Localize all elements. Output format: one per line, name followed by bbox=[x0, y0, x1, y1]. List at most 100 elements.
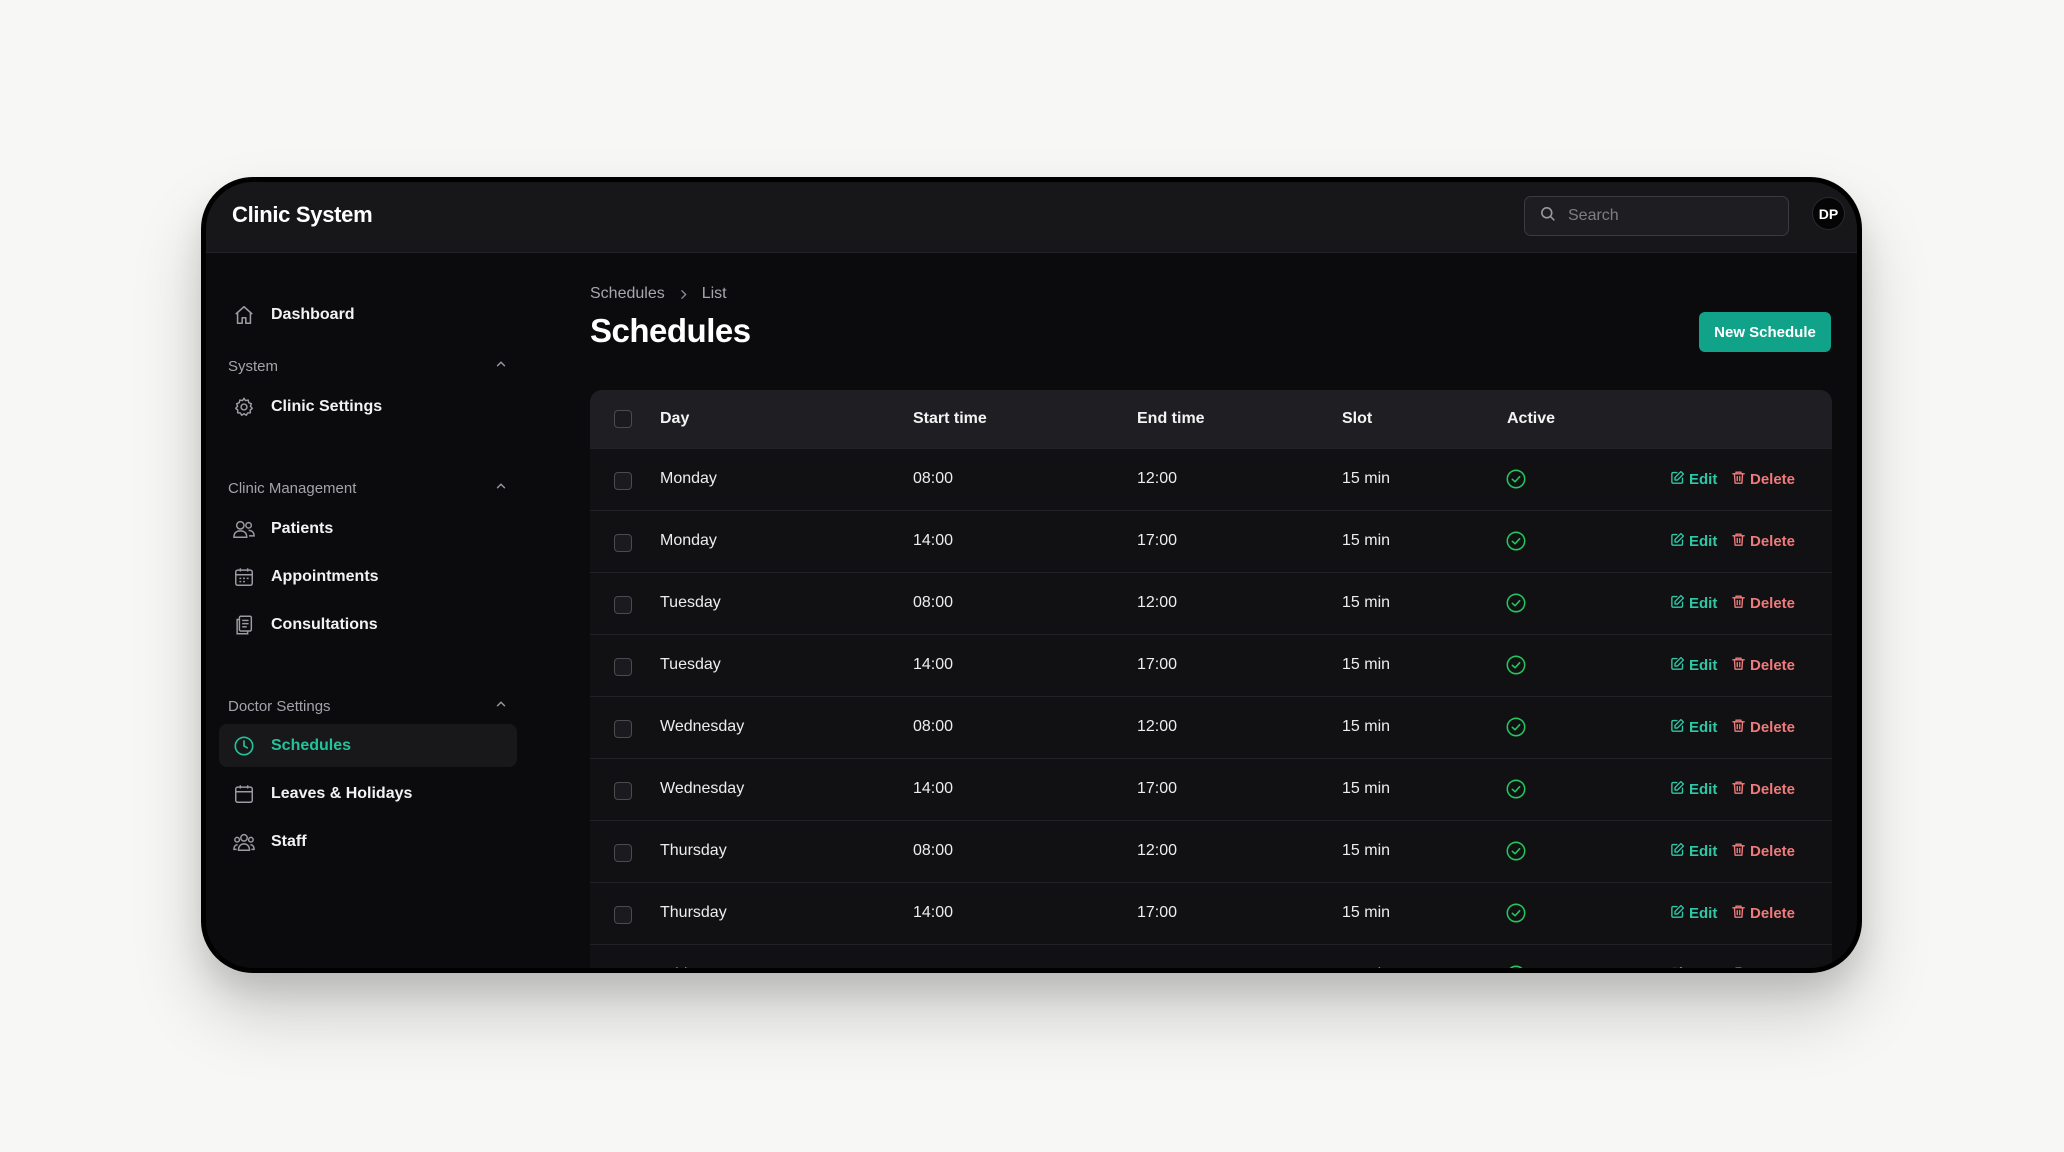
cell-start-time: 14:00 bbox=[913, 532, 954, 549]
new-schedule-button[interactable]: New Schedule bbox=[1699, 312, 1831, 352]
chevron-up-icon bbox=[494, 357, 508, 375]
row-checkbox[interactable] bbox=[614, 534, 632, 552]
chevron-up-icon bbox=[494, 697, 508, 715]
delete-button[interactable]: Delete bbox=[1731, 532, 1795, 551]
edit-label: Edit bbox=[1689, 471, 1718, 488]
avatar[interactable]: DP bbox=[1812, 197, 1845, 230]
cell-end-time: 17:00 bbox=[1137, 532, 1178, 549]
header-day[interactable]: Day bbox=[660, 410, 689, 428]
section-clinic-management[interactable]: Clinic Management bbox=[228, 479, 508, 497]
header-end-time[interactable]: End time bbox=[1137, 410, 1205, 428]
edit-button[interactable]: Edit bbox=[1670, 780, 1717, 799]
row-checkbox[interactable] bbox=[614, 782, 632, 800]
cell-day: Tuesday bbox=[660, 594, 721, 611]
cell-start-time: 08:00 bbox=[913, 470, 954, 487]
edit-icon bbox=[1670, 594, 1689, 613]
row-checkbox[interactable] bbox=[614, 720, 632, 738]
breadcrumb-current: List bbox=[701, 285, 727, 302]
app-title: Clinic System bbox=[232, 202, 373, 227]
trash-icon bbox=[1731, 780, 1750, 799]
delete-button[interactable]: Delete bbox=[1731, 718, 1795, 737]
delete-button[interactable]: Delete bbox=[1731, 594, 1795, 613]
app-window: Clinic System DP Dashboard System Clinic… bbox=[201, 177, 1862, 973]
trash-icon bbox=[1731, 656, 1750, 675]
sidebar-item-appointments[interactable]: Appointments bbox=[219, 555, 517, 598]
delete-button[interactable]: Delete bbox=[1731, 656, 1795, 675]
check-circle-icon bbox=[1505, 530, 1527, 557]
sidebar-item-consultations[interactable]: Consultations bbox=[219, 603, 517, 646]
table-body: Monday 08:00 12:00 15 min Edit Delete Monday 14… bbox=[590, 448, 1832, 968]
row-checkbox[interactable] bbox=[614, 472, 632, 490]
breadcrumb-link-schedules[interactable]: Schedules bbox=[590, 285, 665, 303]
cell-day: Thursday bbox=[660, 904, 727, 921]
cell-day: Friday bbox=[660, 966, 704, 968]
sidebar-item-clinic-settings[interactable]: Clinic Settings bbox=[219, 385, 517, 428]
sidebar-item-schedules[interactable]: Schedules bbox=[219, 724, 517, 767]
delete-button[interactable]: Delete bbox=[1731, 842, 1795, 861]
edit-label: Edit bbox=[1689, 781, 1718, 798]
edit-label: Edit bbox=[1689, 719, 1718, 736]
sidebar-item-dashboard[interactable]: Dashboard bbox=[219, 293, 517, 336]
edit-icon bbox=[1670, 842, 1689, 861]
calendar-icon bbox=[232, 565, 256, 589]
cell-day: Thursday bbox=[660, 842, 727, 859]
section-doctor-settings[interactable]: Doctor Settings bbox=[228, 697, 508, 715]
cell-slot: 15 min bbox=[1342, 966, 1390, 968]
header-start-time[interactable]: Start time bbox=[913, 410, 987, 428]
cell-slot: 15 min bbox=[1342, 656, 1391, 673]
trash-icon bbox=[1731, 842, 1750, 861]
cell-slot: 15 min bbox=[1342, 842, 1391, 859]
cell-day: Tuesday bbox=[660, 656, 721, 673]
cell-end-time: 12:00 bbox=[1137, 966, 1177, 968]
edit-button[interactable]: Edit bbox=[1670, 532, 1717, 551]
cell-slot: 15 min bbox=[1342, 594, 1391, 611]
edit-icon bbox=[1670, 904, 1689, 923]
sidebar-item-label: Staff bbox=[271, 832, 307, 850]
section-system[interactable]: System bbox=[228, 357, 508, 375]
cell-slot: 15 min bbox=[1342, 470, 1391, 487]
section-label: Clinic Management bbox=[228, 479, 357, 497]
trash-icon bbox=[1731, 718, 1750, 737]
section-label: System bbox=[228, 357, 279, 375]
edit-button[interactable]: Edit bbox=[1670, 718, 1717, 737]
row-checkbox[interactable] bbox=[614, 844, 632, 862]
edit-button[interactable]: Edit bbox=[1670, 594, 1717, 613]
delete-button[interactable]: Delete bbox=[1731, 966, 1795, 968]
sidebar-item-staff[interactable]: Staff bbox=[219, 820, 517, 863]
delete-label: Delete bbox=[1750, 719, 1796, 736]
trash-icon bbox=[1731, 532, 1750, 551]
row-checkbox[interactable] bbox=[614, 596, 632, 614]
edit-button[interactable]: Edit bbox=[1670, 470, 1717, 489]
delete-button[interactable]: Delete bbox=[1731, 780, 1795, 799]
search-input[interactable] bbox=[1566, 206, 1770, 226]
delete-button[interactable]: Delete bbox=[1731, 904, 1795, 923]
clock-icon bbox=[232, 734, 256, 758]
header-slot[interactable]: Slot bbox=[1342, 410, 1372, 428]
section-label: Doctor Settings bbox=[228, 697, 331, 715]
check-circle-icon bbox=[1505, 468, 1527, 495]
sidebar-item-patients[interactable]: Patients bbox=[219, 507, 517, 550]
cell-day: Monday bbox=[660, 532, 717, 549]
edit-button[interactable]: Edit bbox=[1670, 904, 1717, 923]
cell-end-time: 17:00 bbox=[1137, 780, 1178, 797]
cell-end-time: 12:00 bbox=[1137, 594, 1178, 611]
search-box[interactable] bbox=[1524, 196, 1789, 236]
edit-button[interactable]: Edit bbox=[1670, 656, 1717, 675]
row-checkbox[interactable] bbox=[614, 906, 632, 924]
chevron-right-icon bbox=[677, 288, 690, 301]
select-all-checkbox[interactable] bbox=[614, 410, 632, 428]
cell-end-time: 12:00 bbox=[1137, 470, 1178, 487]
delete-button[interactable]: Delete bbox=[1731, 470, 1795, 489]
cell-day: Wednesday bbox=[660, 718, 745, 735]
users-icon bbox=[232, 517, 256, 541]
sidebar-item-leaves-holidays[interactable]: Leaves & Holidays bbox=[219, 772, 517, 815]
edit-button[interactable]: Edit bbox=[1670, 966, 1717, 968]
table-row: Thursday 14:00 17:00 15 min Edit Delete bbox=[590, 882, 1832, 944]
table-row: Monday 08:00 12:00 15 min Edit Delete bbox=[590, 448, 1832, 510]
edit-button[interactable]: Edit bbox=[1670, 842, 1717, 861]
trash-icon bbox=[1731, 470, 1750, 489]
header-active[interactable]: Active bbox=[1507, 410, 1555, 428]
sidebar-item-label: Leaves & Holidays bbox=[271, 784, 413, 802]
search-icon bbox=[1539, 205, 1556, 227]
row-checkbox[interactable] bbox=[614, 658, 632, 676]
